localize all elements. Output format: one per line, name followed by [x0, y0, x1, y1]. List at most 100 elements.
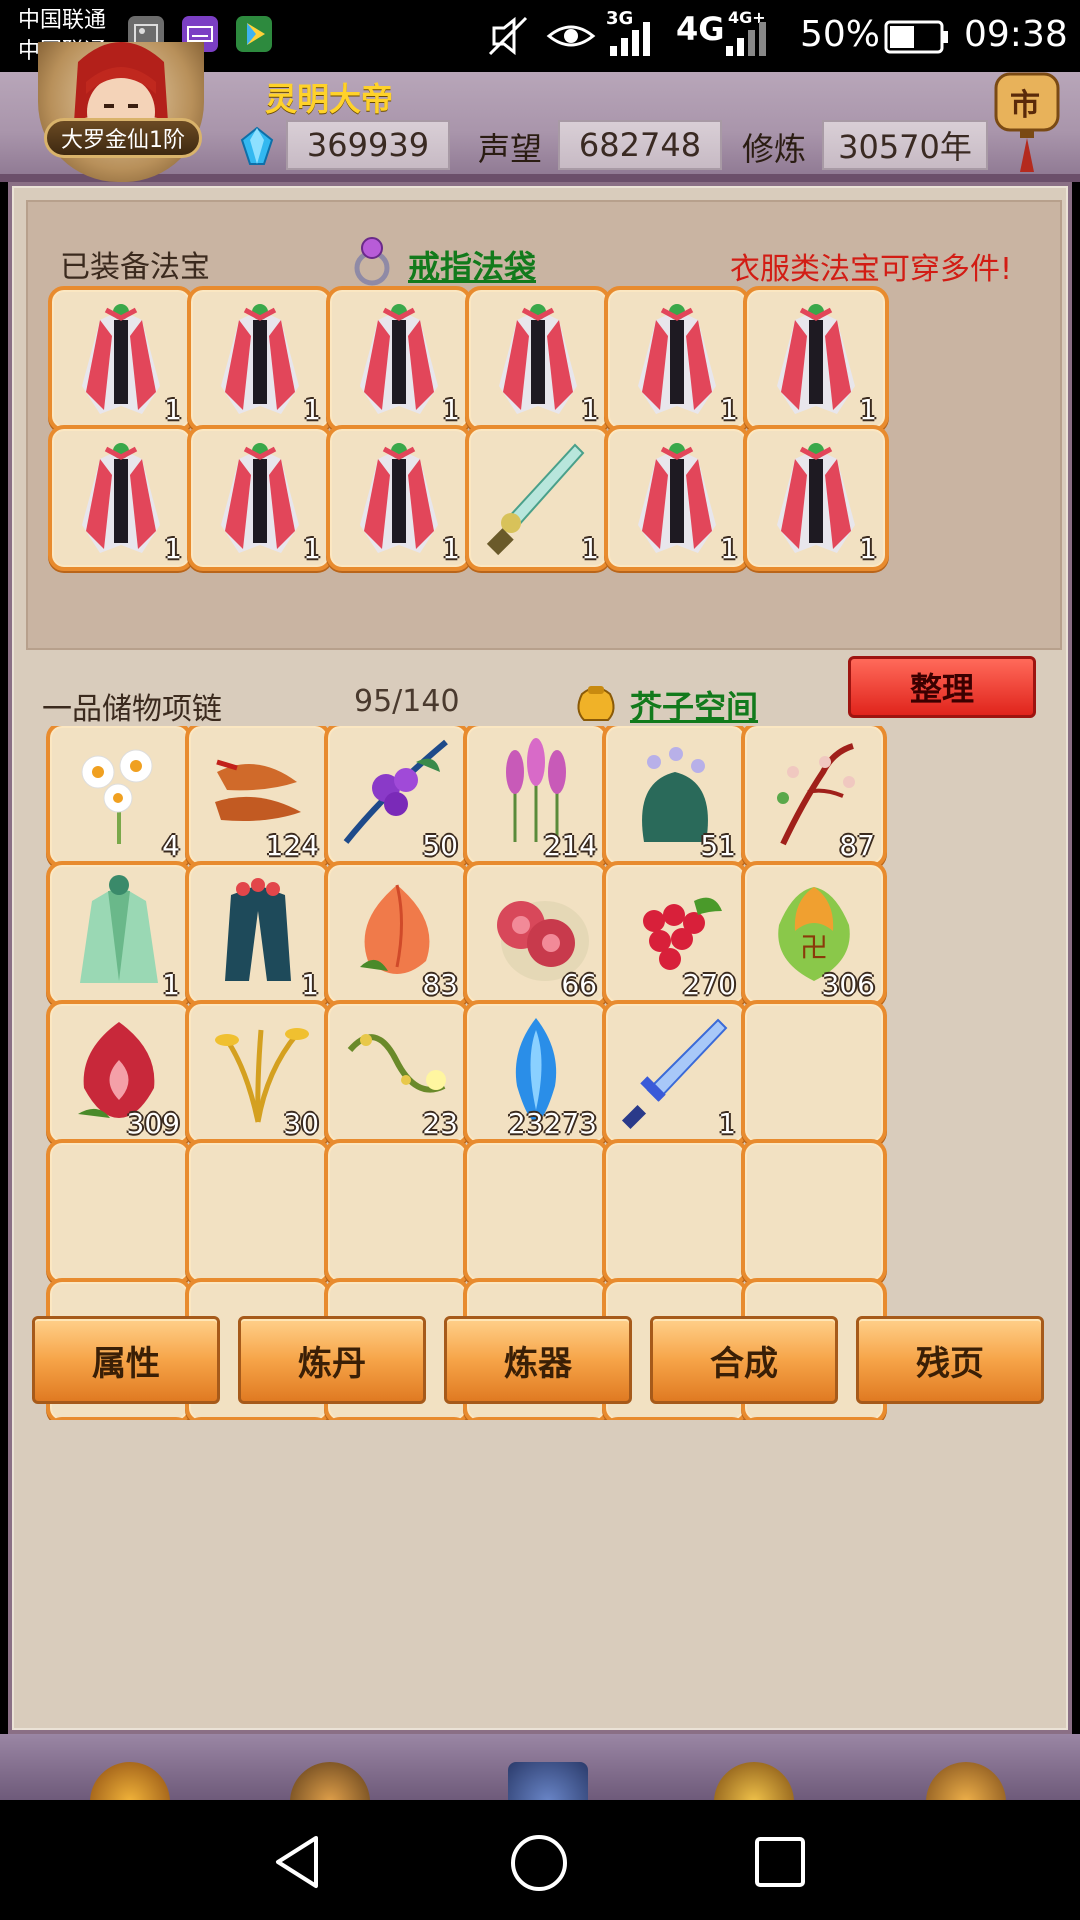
ring-icon [354, 237, 390, 286]
bag-slot[interactable]: 83 [324, 861, 470, 1007]
treasure-nav-icon[interactable] [714, 1762, 794, 1800]
equipped-slot[interactable]: 1 [465, 425, 611, 571]
back-icon[interactable] [268, 1832, 328, 1892]
bag-empty-slot[interactable] [185, 1139, 331, 1285]
item-count: 1 [303, 393, 321, 426]
player-name: 灵明大帝 [265, 80, 394, 118]
item-count: 1 [581, 393, 599, 426]
reputation-value: 682748 [558, 120, 722, 170]
item-count: 1 [581, 532, 599, 565]
signal-strength-2-icon [726, 22, 766, 56]
play-store-notification-icon [236, 16, 272, 52]
spirit-gem-icon [240, 126, 274, 165]
bag-empty-slot[interactable] [185, 1417, 331, 1420]
item-count: 23273 [507, 1107, 597, 1140]
bag-empty-slot[interactable] [324, 1139, 470, 1285]
bag-empty-slot[interactable] [463, 1417, 609, 1420]
bag-slot[interactable]: 270 [602, 861, 748, 1007]
sort-button[interactable]: 整理 [848, 656, 1036, 718]
rank-badge: 大罗金仙1阶 [44, 118, 202, 158]
bag-empty-slot[interactable] [602, 1139, 748, 1285]
equipped-slot[interactable]: 1 [743, 425, 889, 571]
item-count: 309 [126, 1107, 180, 1140]
ring-bag-link[interactable]: 戒指法袋 [408, 242, 536, 288]
item-count: 30 [283, 1107, 319, 1140]
bag-capacity: 95/140 [354, 684, 460, 719]
market-lantern-button[interactable]: 市 [990, 64, 1064, 174]
sect-nav-icon[interactable] [290, 1762, 370, 1800]
gems-value: 369939 [286, 120, 450, 170]
bag-slot[interactable]: 30 [185, 1000, 331, 1146]
game-screen: 中国联通 中国联通 3G 4G 4G+ 50% [0, 0, 1080, 1920]
bag-slot[interactable]: 66 [463, 861, 609, 1007]
equipped-slot[interactable]: 1 [326, 286, 472, 432]
item-count: 83 [422, 968, 458, 1001]
pouch-icon [577, 686, 615, 721]
character-nav-icon[interactable] [90, 1762, 170, 1800]
item-count: 1 [162, 968, 180, 1001]
bag-slot[interactable]: 1 [46, 861, 192, 1007]
settings-nav-icon[interactable] [926, 1762, 1006, 1800]
reputation-label: 声望 [478, 130, 543, 168]
equipped-slot[interactable]: 1 [187, 425, 333, 571]
synthesis-button[interactable]: 合成 [650, 1316, 838, 1404]
bag-slot[interactable]: 309 [46, 1000, 192, 1146]
item-count: 1 [442, 393, 460, 426]
recents-icon[interactable] [752, 1834, 808, 1890]
mute-vibrate-icon [488, 16, 528, 56]
bag-slot[interactable]: 51 [602, 726, 748, 868]
alchemy-button[interactable]: 炼丹 [238, 1316, 426, 1404]
item-count: 1 [859, 532, 877, 565]
equipped-slot[interactable]: 1 [48, 425, 194, 571]
battery-percent: 50% [800, 14, 881, 55]
eye-comfort-icon [546, 25, 596, 47]
bag-slot[interactable]: 23273 [463, 1000, 609, 1146]
bag-slot[interactable]: 50 [324, 726, 470, 868]
bag-empty-slot[interactable] [324, 1417, 470, 1420]
mustard-space-link[interactable]: 芥子空间 [630, 682, 758, 728]
bag-slot[interactable]: 4 [46, 726, 192, 868]
bag-empty-slot[interactable] [46, 1139, 192, 1285]
item-count: 50 [422, 829, 458, 862]
equipped-slot[interactable]: 1 [604, 286, 750, 432]
bag-empty-slot[interactable] [741, 1417, 887, 1420]
cultivation-value: 30570年 [822, 120, 988, 170]
equipped-section: 已装备法宝 戒指法袋 衣服类法宝可穿多件! 1 1 1 1 1 1 1 1 1 1 1 1 [26, 200, 1062, 650]
bag-title: 一品储物项链 [42, 692, 222, 727]
attributes-button[interactable]: 属性 [32, 1316, 220, 1404]
item-count: 1 [301, 968, 319, 1001]
forging-button[interactable]: 炼器 [444, 1316, 632, 1404]
equipped-slot[interactable]: 1 [743, 286, 889, 432]
bag-slot[interactable]: 214 [463, 726, 609, 868]
game-nav-strip [0, 1734, 1080, 1800]
equipped-title: 已装备法宝 [60, 250, 210, 285]
clothing-notice: 衣服类法宝可穿多件! [729, 252, 1012, 287]
bag-empty-slot[interactable] [602, 1417, 748, 1420]
fragments-button[interactable]: 残页 [856, 1316, 1044, 1404]
system-nav-bar [0, 1800, 1080, 1920]
home-icon[interactable] [508, 1832, 570, 1894]
equipped-slot[interactable]: 1 [48, 286, 194, 432]
bag-empty-slot[interactable] [741, 1000, 887, 1146]
item-count: 1 [442, 532, 460, 565]
equipped-slot[interactable]: 1 [465, 286, 611, 432]
item-count: 66 [561, 968, 597, 1001]
bag-nav-icon[interactable] [508, 1762, 588, 1800]
signal-strength-1-icon [610, 22, 650, 56]
item-count: 1 [720, 532, 738, 565]
bag-slot[interactable]: 87 [741, 726, 887, 868]
bag-slot[interactable]: 1 [185, 861, 331, 1007]
bag-slot[interactable]: 1 [602, 1000, 748, 1146]
equipped-slot[interactable]: 1 [187, 286, 333, 432]
equipped-slot[interactable]: 1 [604, 425, 750, 571]
item-count: 214 [543, 829, 597, 862]
bag-slot[interactable]: 124 [185, 726, 331, 868]
bag-empty-slot[interactable] [741, 1139, 887, 1285]
bag-slot[interactable]: 卍 306 [741, 861, 887, 1007]
equipped-slot[interactable]: 1 [326, 425, 472, 571]
item-count: 1 [718, 1107, 736, 1140]
bag-empty-slot[interactable] [463, 1139, 609, 1285]
bag-slot[interactable]: 23 [324, 1000, 470, 1146]
network-4g-label: 4G [676, 10, 725, 48]
bag-empty-slot[interactable] [46, 1417, 192, 1420]
